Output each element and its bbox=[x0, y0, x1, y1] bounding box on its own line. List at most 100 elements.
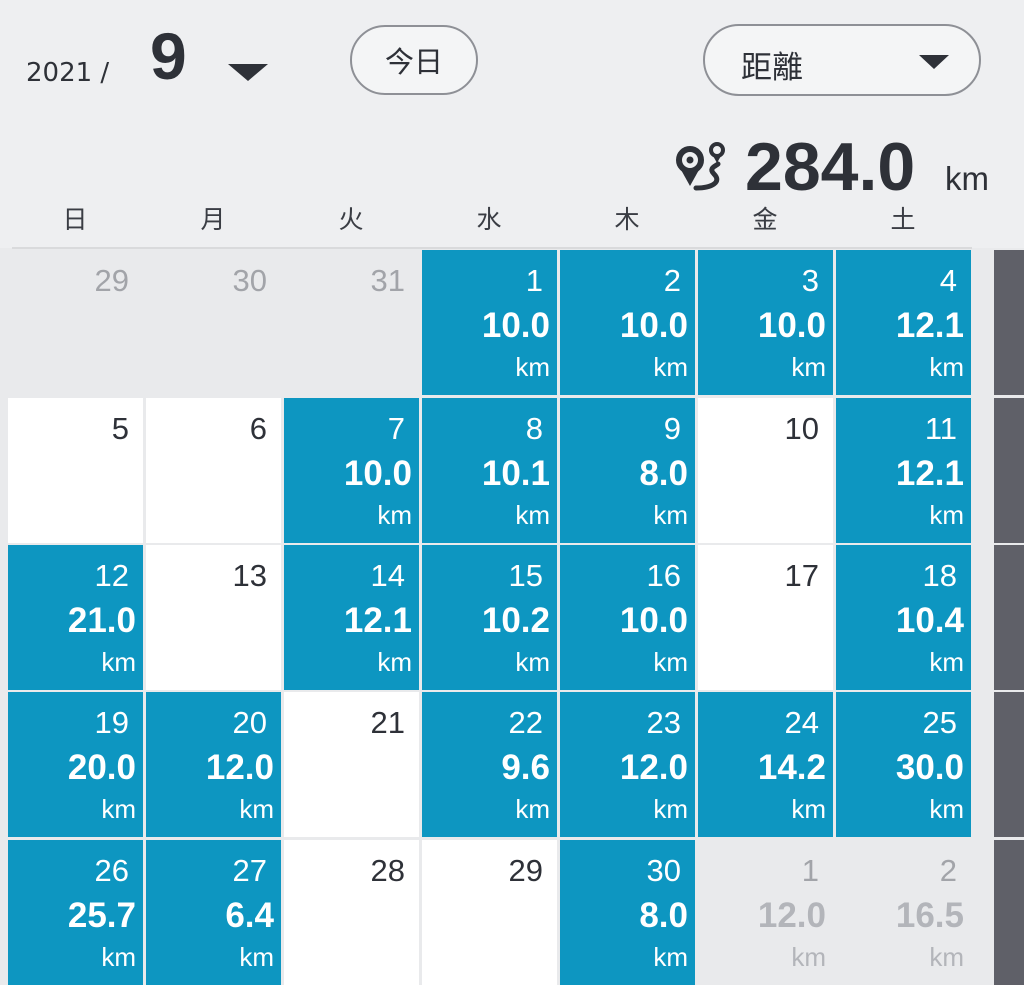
day-distance-unit: km bbox=[515, 647, 550, 677]
week-side-bar[interactable] bbox=[994, 840, 1024, 985]
weekday-tue: 火 bbox=[338, 205, 364, 234]
calendar-day-cell[interactable]: 14 12.1 km bbox=[284, 545, 419, 690]
calendar-day-cell[interactable]: 27 6.4 km bbox=[146, 840, 281, 985]
week-side-bar[interactable] bbox=[994, 250, 1024, 395]
day-distance: 8.0 bbox=[639, 896, 688, 935]
calendar-day-cell[interactable]: 20 12.0 km bbox=[146, 692, 281, 837]
day-number: 3 bbox=[801, 263, 819, 298]
day-number: 19 bbox=[94, 705, 129, 740]
day-number: 16 bbox=[646, 558, 681, 593]
day-number: 5 bbox=[111, 411, 129, 446]
day-distance: 12.0 bbox=[205, 748, 274, 787]
calendar-day-cell[interactable]: 11 12.1 km bbox=[836, 398, 971, 543]
day-number: 17 bbox=[784, 558, 819, 593]
day-distance-unit: km bbox=[515, 352, 550, 382]
year-label: 2021 / bbox=[26, 58, 110, 88]
day-distance: 8.0 bbox=[639, 454, 688, 493]
day-distance-unit: km bbox=[653, 500, 688, 530]
day-number: 18 bbox=[922, 558, 957, 593]
week-side-bar[interactable] bbox=[994, 398, 1024, 543]
calendar-day-cell[interactable]: 19 20.0 km bbox=[8, 692, 143, 837]
today-button[interactable]: 今日 bbox=[350, 25, 478, 95]
calendar-day-cell[interactable]: 1 10.0 km bbox=[422, 250, 557, 395]
day-distance: 12.1 bbox=[343, 601, 412, 640]
calendar-day-cell[interactable]: 21 bbox=[284, 692, 419, 837]
day-distance-unit: km bbox=[791, 794, 826, 824]
calendar-day-cell[interactable]: 15 10.2 km bbox=[422, 545, 557, 690]
day-distance: 10.0 bbox=[619, 601, 688, 640]
day-distance: 12.0 bbox=[757, 896, 826, 935]
day-number: 1 bbox=[525, 263, 543, 298]
day-distance-unit: km bbox=[653, 647, 688, 677]
calendar-day-cell[interactable]: 9 8.0 km bbox=[560, 398, 695, 543]
calendar-day-cell[interactable]: 18 10.4 km bbox=[836, 545, 971, 690]
day-number: 31 bbox=[370, 263, 405, 298]
day-number: 29 bbox=[508, 853, 543, 888]
header-divider bbox=[12, 247, 972, 249]
day-number: 30 bbox=[646, 853, 681, 888]
day-number: 28 bbox=[370, 853, 405, 888]
calendar-day-cell[interactable]: 26 25.7 km bbox=[8, 840, 143, 985]
calendar-day-cell[interactable]: 13 bbox=[146, 545, 281, 690]
calendar-day-cell[interactable]: 6 bbox=[146, 398, 281, 543]
day-distance-unit: km bbox=[239, 794, 274, 824]
day-number: 29 bbox=[94, 263, 129, 298]
day-distance: 10.0 bbox=[481, 306, 550, 345]
day-number: 10 bbox=[784, 411, 819, 446]
weekday-mon: 月 bbox=[200, 205, 226, 234]
calendar-day-cell[interactable]: 17 bbox=[698, 545, 833, 690]
calendar-day-cell[interactable]: 10 bbox=[698, 398, 833, 543]
day-distance: 30.0 bbox=[895, 748, 964, 787]
day-distance-unit: km bbox=[101, 942, 136, 972]
calendar-day-cell[interactable]: 22 9.6 km bbox=[422, 692, 557, 837]
calendar-grid: 29 30 31 1 10.0 km 2 10.0 km 3 10.0 km 4 12.1 km 5 6 7 10.… bbox=[0, 250, 1024, 985]
weekday-fri: 金 bbox=[752, 205, 778, 234]
calendar-day-cell[interactable]: 1 12.0 km bbox=[698, 840, 833, 985]
calendar-day-cell[interactable]: 16 10.0 km bbox=[560, 545, 695, 690]
day-number: 20 bbox=[232, 705, 267, 740]
caret-down-icon[interactable] bbox=[228, 64, 268, 81]
calendar-day-cell[interactable]: 4 12.1 km bbox=[836, 250, 971, 395]
day-number: 2 bbox=[939, 853, 957, 888]
week-side-bar[interactable] bbox=[994, 545, 1024, 690]
calendar-day-cell[interactable]: 12 21.0 km bbox=[8, 545, 143, 690]
day-distance-unit: km bbox=[929, 942, 964, 972]
day-distance-unit: km bbox=[929, 647, 964, 677]
day-distance: 14.2 bbox=[757, 748, 826, 787]
day-distance-unit: km bbox=[791, 942, 826, 972]
day-distance: 20.0 bbox=[67, 748, 136, 787]
day-number: 22 bbox=[508, 705, 543, 740]
day-distance: 10.1 bbox=[481, 454, 550, 493]
calendar-day-cell[interactable]: 25 30.0 km bbox=[836, 692, 971, 837]
day-distance: 12.1 bbox=[895, 306, 964, 345]
calendar-day-cell[interactable]: 7 10.0 km bbox=[284, 398, 419, 543]
calendar-day-cell[interactable]: 30 8.0 km bbox=[560, 840, 695, 985]
calendar-day-cell[interactable]: 23 12.0 km bbox=[560, 692, 695, 837]
month-label[interactable]: 9 bbox=[150, 18, 187, 94]
day-number: 21 bbox=[370, 705, 405, 740]
calendar-day-cell[interactable]: 29 bbox=[422, 840, 557, 985]
week-side-bar[interactable] bbox=[994, 692, 1024, 837]
day-distance-unit: km bbox=[929, 794, 964, 824]
metric-select[interactable]: 距離 bbox=[703, 24, 981, 96]
calendar-day-cell[interactable]: 5 bbox=[8, 398, 143, 543]
calendar-day-cell[interactable]: 30 bbox=[146, 250, 281, 395]
day-distance-unit: km bbox=[101, 647, 136, 677]
calendar-day-cell[interactable]: 28 bbox=[284, 840, 419, 985]
day-distance-unit: km bbox=[653, 352, 688, 382]
day-number: 13 bbox=[232, 558, 267, 593]
calendar-day-cell[interactable]: 24 14.2 km bbox=[698, 692, 833, 837]
calendar-day-cell[interactable]: 2 10.0 km bbox=[560, 250, 695, 395]
total-distance-value: 284.0 bbox=[745, 129, 916, 205]
calendar-day-cell[interactable]: 8 10.1 km bbox=[422, 398, 557, 543]
calendar-day-cell[interactable]: 3 10.0 km bbox=[698, 250, 833, 395]
calendar-day-cell[interactable]: 29 bbox=[8, 250, 143, 395]
total-distance-unit: km bbox=[945, 160, 989, 197]
calendar-day-cell[interactable]: 31 bbox=[284, 250, 419, 395]
day-number: 27 bbox=[232, 853, 267, 888]
metric-select-label: 距離 bbox=[741, 50, 803, 86]
calendar-day-cell[interactable]: 2 16.5 km bbox=[836, 840, 971, 985]
day-distance: 10.4 bbox=[895, 601, 964, 640]
day-distance-unit: km bbox=[929, 500, 964, 530]
day-distance-unit: km bbox=[929, 352, 964, 382]
